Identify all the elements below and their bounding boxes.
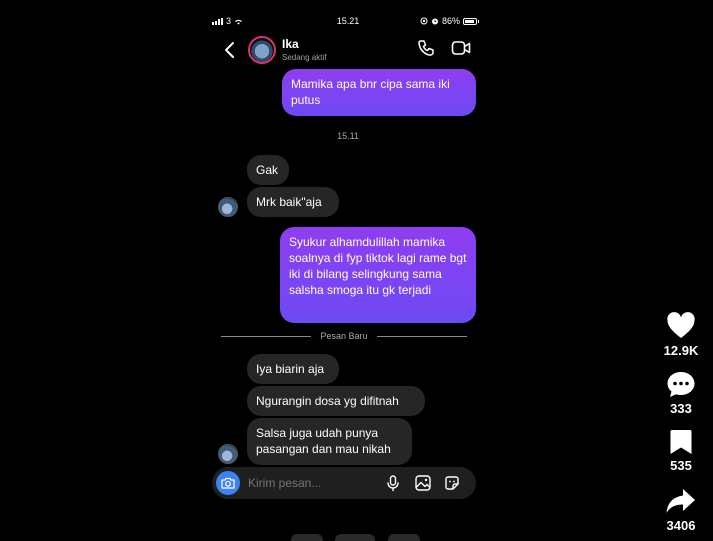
alarm-icon [431,18,438,25]
heart-icon [667,312,695,338]
save-count: 535 [670,458,692,473]
message-input[interactable] [248,476,378,490]
gallery-icon[interactable] [414,474,432,492]
chat-header: Ika Sedang aktif [205,34,491,68]
video-actions-rail: 12.9K 333 535 3406 [655,0,707,541]
sender-avatar[interactable] [218,197,238,217]
message-in-2[interactable]: Mrk baik"aja [247,187,339,217]
like-count: 12.9K [663,343,699,358]
save-action[interactable]: 535 [655,429,707,473]
reaction-pill[interactable] [335,534,375,541]
share-icon [666,489,695,513]
message-out-2[interactable]: Syukur alhamdulillah mamika soalnya di f… [280,227,476,323]
back-icon[interactable] [221,40,239,60]
sender-avatar[interactable] [218,444,238,464]
contact-name[interactable]: Ika [282,37,299,51]
message-timestamp: 15.11 [337,131,359,141]
share-count: 3406 [666,518,696,533]
bookmark-icon [670,430,692,454]
message-in-5[interactable]: Salsa juga udah punya pasangan dan mau n… [247,418,412,465]
like-action[interactable]: 12.9K [655,312,707,358]
message-in-3[interactable]: Iya biarin aja [247,354,339,384]
reaction-pill[interactable] [388,534,420,541]
reaction-pill[interactable] [291,534,323,541]
status-bar: 3 15.21 86% [205,14,491,28]
contact-status: Sedang aktif [282,53,327,62]
message-in-4[interactable]: Ngurangin dosa yg difitnah [247,386,425,416]
message-out-1[interactable]: Mamika apa bnr cipa sama iki putus [282,69,476,116]
video-icon[interactable] [451,39,471,57]
comment-action[interactable]: 333 [655,370,707,416]
battery-icon [463,17,479,25]
mic-icon[interactable] [384,474,402,492]
sticker-icon[interactable] [443,474,461,492]
phone-screen: 3 15.21 86% Ika Sedang aktif Mamika apa … [205,0,491,541]
divider-line [377,336,467,337]
status-right: 86% [420,16,479,26]
comment-icon [667,372,695,397]
message-in-1[interactable]: Gak [247,155,289,185]
new-messages-divider: Pesan Baru [221,330,467,342]
battery-percent: 86% [441,16,460,26]
message-composer [212,467,476,499]
camera-icon [221,477,235,489]
camera-button[interactable] [216,471,240,495]
share-action[interactable]: 3406 [655,487,707,533]
reaction-row [205,534,491,541]
rotation-lock-icon [420,17,428,25]
comment-count: 333 [670,401,692,416]
contact-avatar[interactable] [248,36,276,64]
phone-icon[interactable] [417,39,435,57]
